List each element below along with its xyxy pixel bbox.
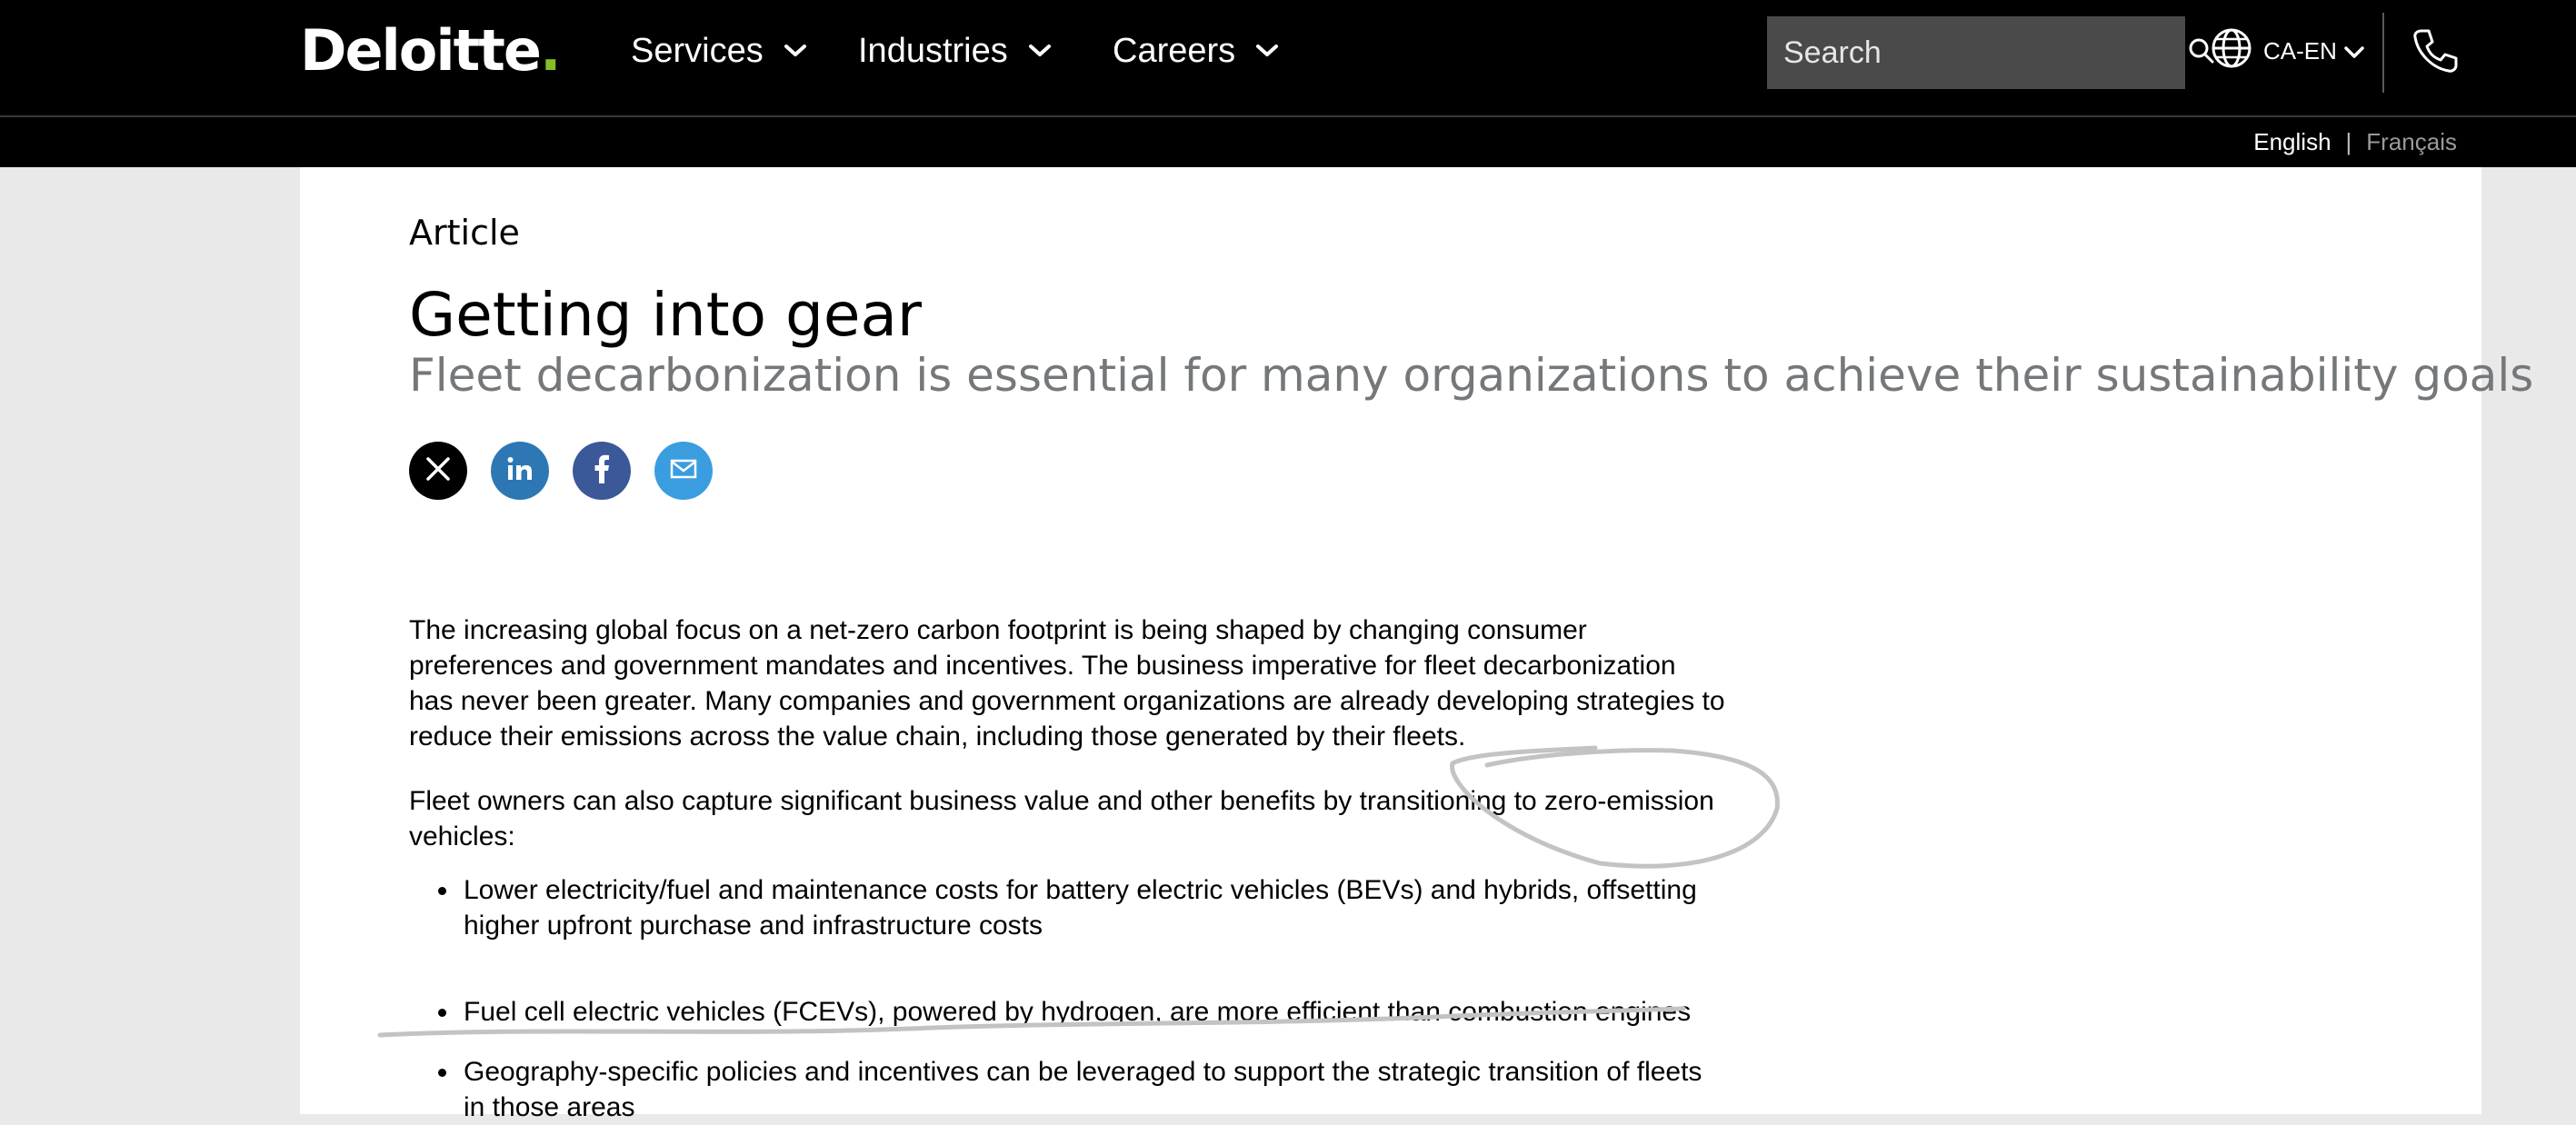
globe-icon: [2211, 27, 2252, 75]
bullet-dot: [438, 1009, 446, 1017]
nav-services-label: Services: [631, 31, 764, 70]
chevron-down-icon: [1255, 44, 1279, 58]
nav-industries[interactable]: Industries: [858, 24, 1052, 78]
bullet-dot: [438, 887, 446, 895]
top-navigation: Deloitte. Services Industries Careers Se…: [0, 0, 2576, 116]
article-paragraph-2: Fleet owners can also capture significan…: [409, 786, 1714, 851]
article-container: Article Getting into gear Fleet decarbon…: [300, 167, 2533, 1122]
search-input[interactable]: [1782, 34, 2188, 72]
x-icon: [425, 456, 451, 486]
phone-icon[interactable]: [2409, 25, 2460, 76]
language-bar: English | Français: [0, 117, 2576, 167]
share-linkedin-button[interactable]: [491, 442, 549, 500]
article-title: Getting into gear: [409, 280, 923, 350]
nav-services[interactable]: Services: [631, 24, 807, 78]
list-item-text: Fuel cell electric vehicles (FCEVs), pow…: [464, 997, 1692, 1027]
language-separator: |: [2345, 128, 2352, 155]
bullet-dot: [438, 1069, 446, 1077]
article-subtitle: Fleet decarbonization is essential for m…: [409, 349, 2534, 402]
language-english-link[interactable]: English: [2253, 128, 2331, 156]
share-email-button[interactable]: [654, 442, 713, 500]
linkedin-icon: [506, 456, 534, 486]
language-french-link[interactable]: Français: [2366, 128, 2457, 156]
list-item-text: Lower electricity/fuel and maintenance c…: [464, 875, 1697, 941]
chevron-down-icon: [1028, 44, 1052, 58]
share-facebook-button[interactable]: [573, 442, 631, 500]
chevron-down-icon: [784, 44, 807, 58]
facebook-icon: [594, 454, 610, 488]
article-paragraph-1: The increasing global focus on a net-zer…: [409, 615, 1725, 752]
language-switcher: English | Français: [2253, 128, 2457, 156]
logo-green-dot: .: [539, 17, 562, 84]
email-icon: [670, 459, 697, 483]
locale-label: CA-EN: [2263, 36, 2337, 65]
locale-selector[interactable]: CA-EN: [2211, 25, 2364, 76]
nav-industries-label: Industries: [858, 31, 1008, 70]
header-divider: [2382, 13, 2384, 93]
list-item: Geography-specific policies and incentiv…: [409, 1054, 1727, 1125]
list-item: Lower electricity/fuel and maintenance c…: [409, 872, 1727, 943]
share-x-button[interactable]: [409, 442, 467, 500]
list-item-text: Geography-specific policies and incentiv…: [464, 1057, 1702, 1122]
deloitte-logo[interactable]: Deloitte.: [300, 17, 562, 84]
chevron-down-icon: [2344, 37, 2364, 65]
list-item: Fuel cell electric vehicles (FCEVs), pow…: [409, 994, 1727, 1030]
nav-careers-label: Careers: [1113, 31, 1236, 70]
logo-text: Deloitte: [300, 17, 542, 84]
article-type-label: Article: [409, 213, 520, 253]
share-buttons: [409, 442, 736, 500]
search-box: [1767, 16, 2214, 89]
nav-careers[interactable]: Careers: [1113, 24, 1279, 78]
